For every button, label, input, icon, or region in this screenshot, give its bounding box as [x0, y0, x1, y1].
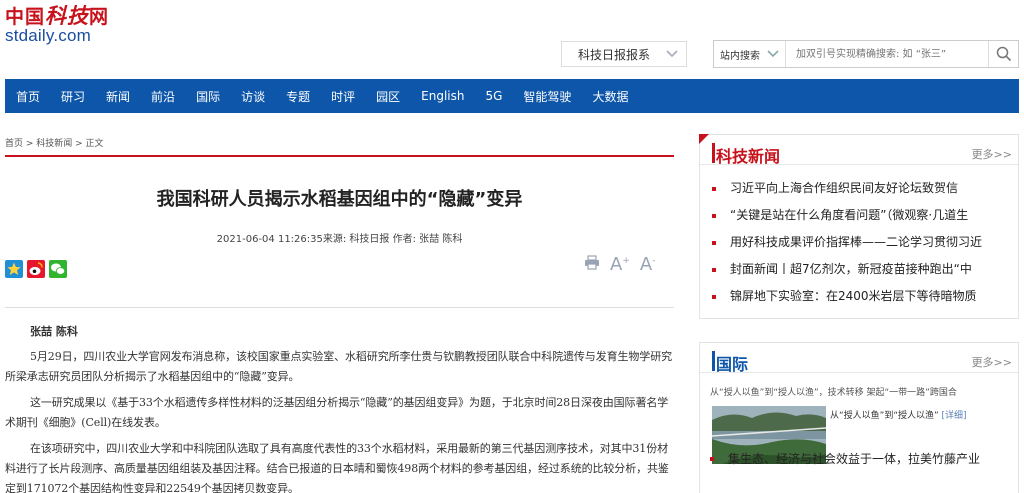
chevron-down-icon [666, 50, 678, 58]
nav-item-news[interactable]: 新闻 [106, 88, 130, 105]
list-item[interactable]: 用好科技成果评价指挥棒——二论学习贯彻习近 [712, 229, 1008, 256]
article-paragraph: 这一研究成果以《基于33个水稻遗传多样性材料的泛基因组分析揭示“隐藏”的基因组变… [5, 396, 669, 429]
feature-caption[interactable]: 从“授人以鱼”到“授人以渔” [详细] [830, 408, 967, 421]
bullet-icon [712, 268, 716, 272]
bullet-icon [712, 241, 716, 245]
search-scope-label: 站内搜索 [720, 50, 760, 62]
main-nav: 首页 研习 新闻 前沿 国际 访谈 专题 时评 园区 English 5G 智能… [5, 79, 1019, 113]
list-item[interactable]: 集生态、经济与社会效益于一体，拉美竹藤产业 [710, 450, 1010, 467]
list-item[interactable]: “关键是站在什么角度看问题”（微观察·几道生 [712, 202, 1008, 229]
nav-item-5g[interactable]: 5G [485, 89, 502, 103]
site-logo[interactable]: 中国科技网 stdaily.com [5, 3, 115, 45]
bullet-icon [712, 214, 716, 218]
meta-divider [5, 307, 674, 308]
article-paragraph: 5月29日，四川农业大学官网发布消息称，该校国家重点实验室、水稻研究所李仕贵与钦… [5, 350, 672, 383]
article-title: 我国科研人员揭示水稻基因组中的“隐藏”变异 [156, 189, 523, 210]
article-body: 张喆 陈科 5月29日，四川农业大学官网发布消息称，该校国家重点实验室、水稻研究… [5, 322, 674, 493]
share-bar [5, 260, 67, 278]
list-item[interactable]: 封面新闻丨超7亿剂次，新冠疫苗接种跑出“中 [712, 256, 1008, 283]
font-decrease-button[interactable]: A- [640, 254, 656, 275]
font-increase-button[interactable]: A+ [610, 254, 630, 275]
international-header: 国际 更多>> [700, 343, 1018, 375]
nav-item-smart-driving[interactable]: 智能驾驶 [523, 88, 571, 105]
bullet-icon [712, 187, 716, 191]
international-more-link[interactable]: 更多>> [972, 354, 1012, 370]
nav-item-commentary[interactable]: 时评 [331, 88, 355, 105]
search-input[interactable] [786, 41, 988, 67]
international-title[interactable]: 国际 [716, 351, 748, 375]
nav-item-big-data[interactable]: 大数据 [592, 88, 628, 105]
article-paragraph: 在该项研究中，四川农业大学和中科院团队选取了具有高度代表性的33个水稻材料，采用… [5, 442, 669, 493]
list-item[interactable]: 习近平向上海合作组织民间友好论坛致贺信 [712, 175, 1008, 202]
paper-select[interactable]: 科技日报报系 [561, 41, 687, 67]
header-accent-bar [712, 143, 715, 163]
chevron-down-icon [767, 50, 779, 58]
article-author: 张喆 陈科 [30, 325, 78, 338]
nav-item-frontier[interactable]: 前沿 [151, 88, 175, 105]
nav-item-parks[interactable]: 园区 [376, 88, 400, 105]
article-tools: A+ A- [584, 254, 655, 275]
qzone-share-icon[interactable] [5, 260, 23, 278]
tech-news-header: 科技新闻 更多>> [699, 134, 1018, 167]
nav-item-interview[interactable]: 访谈 [241, 88, 265, 105]
tech-news-more-link[interactable]: 更多>> [972, 146, 1012, 162]
search-icon [996, 46, 1011, 62]
tech-news-box: 科技新闻 更多>> 习近平向上海合作组织民间友好论坛致贺信 “关键是站在什么角度… [699, 134, 1019, 319]
nav-item-study[interactable]: 研习 [61, 88, 85, 105]
list-item[interactable]: 锦屏地下实验室：在2400米岩层下等待暗物质 [712, 283, 1008, 310]
search-box: 站内搜索 [713, 40, 1019, 68]
search-button[interactable] [988, 41, 1018, 67]
bullet-icon [712, 295, 716, 299]
breadcrumb[interactable]: 首页 > 科技新闻 > 正文 [5, 136, 104, 149]
bullet-icon [710, 457, 714, 461]
paper-select-label: 科技日报报系 [578, 47, 651, 62]
nav-item-international[interactable]: 国际 [196, 88, 220, 105]
nav-item-home[interactable]: 首页 [16, 88, 40, 105]
logo-cn: 中国科技网 [5, 3, 110, 28]
article-meta: 2021-06-04 11:26:35来源: 科技日报 作者: 张喆 陈科 [216, 234, 463, 245]
logo-en: stdaily.com [5, 26, 91, 45]
tech-news-list: 习近平向上海合作组织民间友好论坛致贺信 “关键是站在什么角度看问题”（微观察·几… [700, 165, 1018, 310]
print-icon[interactable] [584, 255, 600, 274]
header-accent-bar [712, 351, 715, 371]
weibo-share-icon[interactable] [27, 260, 45, 278]
international-box: 国际 更多>> 从“授人以鱼”到“授人以渔”，技术转移 架起“一带一路”跨国合 … [699, 342, 1019, 493]
international-headline[interactable]: 从“授人以鱼”到“授人以渔”，技术转移 架起“一带一路”跨国合 [700, 373, 1018, 398]
wechat-share-icon[interactable] [49, 260, 67, 278]
title-divider [5, 155, 674, 157]
detail-link[interactable]: [详细] [942, 411, 967, 421]
nav-item-english[interactable]: English [421, 89, 464, 103]
search-scope-select[interactable]: 站内搜索 [714, 41, 786, 67]
tech-news-title[interactable]: 科技新闻 [716, 143, 780, 167]
corner-triangle-icon [699, 134, 709, 144]
nav-item-topics[interactable]: 专题 [286, 88, 310, 105]
